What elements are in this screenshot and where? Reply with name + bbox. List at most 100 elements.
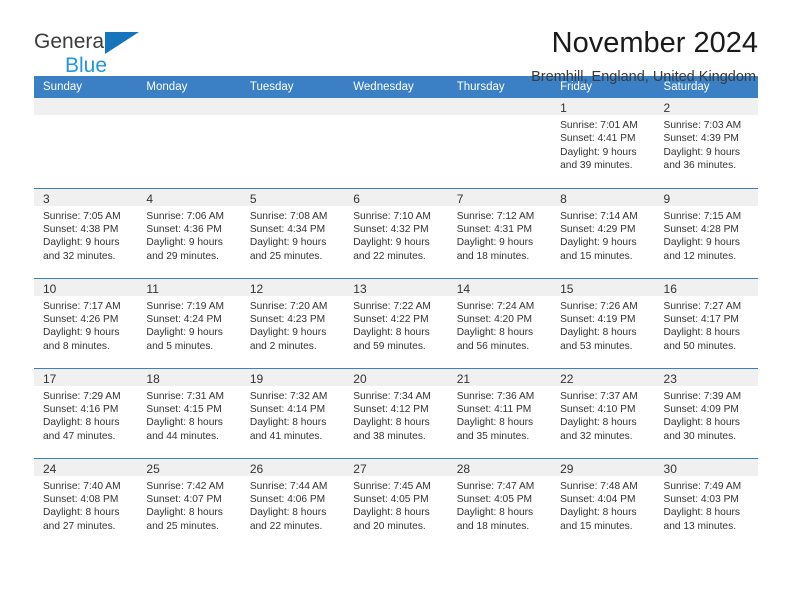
calendar-day-cell[interactable]: 29 Sunrise: 7:48 AM Sunset: 4:04 PM Dayligh… <box>551 457 655 548</box>
day-number: 7 <box>456 191 464 206</box>
calendar-day-cell-empty <box>344 98 448 188</box>
sunrise-time: Sunrise: 7:22 AM <box>353 300 431 312</box>
day-cell-body: Sunrise: 7:22 AM Sunset: 4:22 PM Daylight:… <box>344 296 447 354</box>
calendar-day-cell[interactable]: 3 Sunrise: 7:05 AM Sunset: 4:38 PM Daylight… <box>34 187 138 278</box>
calendar-day-cell-empty <box>34 98 138 188</box>
day-number-band: 21 <box>447 368 552 386</box>
calendar-day-cell[interactable]: 24 Sunrise: 7:40 AM Sunset: 4:08 PM Dayligh… <box>34 457 138 548</box>
calendar-day-cell[interactable]: 4 Sunrise: 7:06 AM Sunset: 4:36 PM Daylight… <box>137 187 241 278</box>
calendar-day-cell[interactable]: 5 Sunrise: 7:08 AM Sunset: 4:34 PM Daylight… <box>240 187 345 278</box>
daylight-duration-line2: and 18 minutes. <box>456 250 530 262</box>
calendar-day-cell[interactable]: 23 Sunrise: 7:39 AM Sunset: 4:09 PM Dayligh… <box>654 367 758 458</box>
calendar-day-cell[interactable]: 28 Sunrise: 7:47 AM Sunset: 4:05 PM Dayligh… <box>447 457 552 548</box>
daylight-duration-line2: and 59 minutes. <box>353 340 426 352</box>
daylight-duration-line1: Daylight: 8 hours <box>663 507 740 519</box>
calendar-day-cell[interactable]: 14 Sunrise: 7:24 AM Sunset: 4:20 PM Dayligh… <box>447 277 552 368</box>
day-number: 29 <box>560 461 574 476</box>
day-number-band: 28 <box>447 458 552 476</box>
day-cell-body: Sunrise: 7:01 AM Sunset: 4:41 PM Daylight:… <box>551 115 654 173</box>
day-number: 18 <box>146 371 160 386</box>
generalblue-logo[interactable]: General Blue <box>34 26 164 82</box>
day-number: 21 <box>456 371 471 386</box>
calendar-day-cell[interactable]: 18 Sunrise: 7:31 AM Sunset: 4:15 PM Dayligh… <box>137 367 241 458</box>
sunset-time: Sunset: 4:32 PM <box>353 223 429 235</box>
daylight-duration-line1: Daylight: 9 hours <box>146 237 223 249</box>
sunset-time: Sunset: 4:41 PM <box>560 133 636 145</box>
day-number-band: 29 <box>551 458 655 476</box>
sunset-time: Sunset: 4:36 PM <box>146 223 222 235</box>
calendar-day-cell[interactable]: 13 Sunrise: 7:22 AM Sunset: 4:22 PM Dayligh… <box>344 277 448 368</box>
calendar-week-row: 3 Sunrise: 7:05 AM Sunset: 4:38 PM Daylight… <box>34 187 758 278</box>
day-number-band <box>344 98 448 115</box>
calendar-week-row: 24 Sunrise: 7:40 AM Sunset: 4:08 PM Dayligh… <box>34 457 758 548</box>
daylight-duration-line2: and 22 minutes. <box>249 520 323 532</box>
day-cell-body: Sunrise: 7:34 AM Sunset: 4:12 PM Daylight:… <box>344 386 447 444</box>
calendar-day-cell[interactable]: 19 Sunrise: 7:32 AM Sunset: 4:14 PM Dayligh… <box>240 367 345 458</box>
calendar-day-cell[interactable]: 1 Sunrise: 7:01 AM Sunset: 4:41 PM Daylight… <box>551 98 655 188</box>
day-number-band: 14 <box>447 278 552 296</box>
calendar-day-cell[interactable]: 21 Sunrise: 7:36 AM Sunset: 4:11 PM Dayligh… <box>447 367 552 458</box>
sunset-time: Sunset: 4:07 PM <box>146 493 222 505</box>
calendar-day-cell[interactable]: 10 Sunrise: 7:17 AM Sunset: 4:26 PM Dayligh… <box>34 277 138 368</box>
sunrise-time: Sunrise: 7:19 AM <box>146 300 225 312</box>
calendar-day-cell[interactable]: 8 Sunrise: 7:14 AM Sunset: 4:29 PM Daylight… <box>551 187 655 278</box>
daylight-duration-line1: Daylight: 9 hours <box>663 146 740 158</box>
sunrise-time: Sunrise: 7:49 AM <box>663 480 742 492</box>
calendar-day-cell[interactable]: 12 Sunrise: 7:20 AM Sunset: 4:23 PM Dayligh… <box>240 277 345 368</box>
day-cell-body: Sunrise: 7:08 AM Sunset: 4:34 PM Daylight:… <box>241 206 344 264</box>
sunrise-time: Sunrise: 7:15 AM <box>663 210 742 222</box>
daylight-duration-line2: and 39 minutes. <box>560 160 633 172</box>
daylight-duration-line2: and 29 minutes. <box>146 250 219 262</box>
daylight-duration-line2: and 35 minutes. <box>456 430 530 442</box>
daylight-duration-line2: and 50 minutes. <box>663 340 737 352</box>
calendar-day-cell[interactable]: 17 Sunrise: 7:29 AM Sunset: 4:16 PM Dayligh… <box>34 367 138 458</box>
day-number-band: 8 <box>551 188 655 206</box>
title-block: November 2024 Bremhill, England, United … <box>531 26 758 87</box>
logo-text-blue: Blue <box>65 54 108 77</box>
day-number-band: 15 <box>551 278 655 296</box>
sunset-time: Sunset: 4:16 PM <box>43 403 119 415</box>
day-number-band: 18 <box>137 368 241 386</box>
calendar-week-row: 10 Sunrise: 7:17 AM Sunset: 4:26 PM Dayligh… <box>34 277 758 368</box>
day-cell-body: Sunrise: 7:15 AM Sunset: 4:28 PM Daylight:… <box>655 206 758 264</box>
calendar-day-cell[interactable]: 2 Sunrise: 7:03 AM Sunset: 4:39 PM Daylight… <box>654 98 758 188</box>
daylight-duration-line1: Daylight: 9 hours <box>249 237 327 249</box>
day-number-band: 10 <box>34 278 138 296</box>
calendar-day-cell[interactable]: 15 Sunrise: 7:26 AM Sunset: 4:19 PM Dayligh… <box>551 277 655 368</box>
daylight-duration-line1: Daylight: 9 hours <box>560 146 637 158</box>
day-number-band: 25 <box>137 458 241 476</box>
day-cell-body: Sunrise: 7:48 AM Sunset: 4:04 PM Daylight:… <box>551 476 654 534</box>
calendar-day-cell[interactable]: 7 Sunrise: 7:12 AM Sunset: 4:31 PM Daylight… <box>447 187 552 278</box>
day-number: 24 <box>43 461 57 476</box>
day-number: 8 <box>560 191 567 206</box>
day-cell-body: Sunrise: 7:36 AM Sunset: 4:11 PM Daylight:… <box>448 386 551 444</box>
day-number-band: 12 <box>240 278 345 296</box>
day-number-band <box>447 98 552 115</box>
daylight-duration-line2: and 12 minutes. <box>663 250 737 262</box>
calendar-day-cell[interactable]: 25 Sunrise: 7:42 AM Sunset: 4:07 PM Dayligh… <box>137 457 241 548</box>
daylight-duration-line2: and 38 minutes. <box>353 430 426 442</box>
calendar-day-cell[interactable]: 22 Sunrise: 7:37 AM Sunset: 4:10 PM Dayligh… <box>551 367 655 458</box>
sunset-time: Sunset: 4:31 PM <box>456 223 533 235</box>
calendar-day-cell[interactable]: 11 Sunrise: 7:19 AM Sunset: 4:24 PM Dayligh… <box>137 277 241 368</box>
day-number: 6 <box>353 191 360 206</box>
calendar-day-cell[interactable]: 27 Sunrise: 7:45 AM Sunset: 4:05 PM Dayligh… <box>344 457 448 548</box>
daylight-duration-line2: and 32 minutes. <box>43 250 116 262</box>
daylight-duration-line1: Daylight: 8 hours <box>146 507 223 519</box>
day-number: 11 <box>146 281 159 296</box>
sunrise-time: Sunrise: 7:10 AM <box>353 210 431 222</box>
calendar-day-cell[interactable]: 16 Sunrise: 7:27 AM Sunset: 4:17 PM Dayligh… <box>654 277 758 368</box>
calendar-day-cell[interactable]: 30 Sunrise: 7:49 AM Sunset: 4:03 PM Dayligh… <box>654 457 758 548</box>
sunset-time: Sunset: 4:11 PM <box>456 403 532 415</box>
daylight-duration-line1: Daylight: 8 hours <box>353 507 430 519</box>
day-number-band: 1 <box>551 98 655 115</box>
calendar-day-cell[interactable]: 26 Sunrise: 7:44 AM Sunset: 4:06 PM Dayligh… <box>240 457 345 548</box>
day-number: 14 <box>456 281 471 296</box>
daylight-duration-line1: Daylight: 8 hours <box>353 417 430 429</box>
calendar-day-cell[interactable]: 9 Sunrise: 7:15 AM Sunset: 4:28 PM Daylight… <box>654 187 758 278</box>
daylight-duration-line1: Daylight: 8 hours <box>456 507 534 519</box>
sunset-time: Sunset: 4:23 PM <box>249 313 326 325</box>
calendar-page: General Blue November 2024 Bremhill, Eng… <box>0 0 792 612</box>
calendar-day-cell[interactable]: 6 Sunrise: 7:10 AM Sunset: 4:32 PM Daylight… <box>344 187 448 278</box>
calendar-day-cell[interactable]: 20 Sunrise: 7:34 AM Sunset: 4:12 PM Dayligh… <box>344 367 448 458</box>
